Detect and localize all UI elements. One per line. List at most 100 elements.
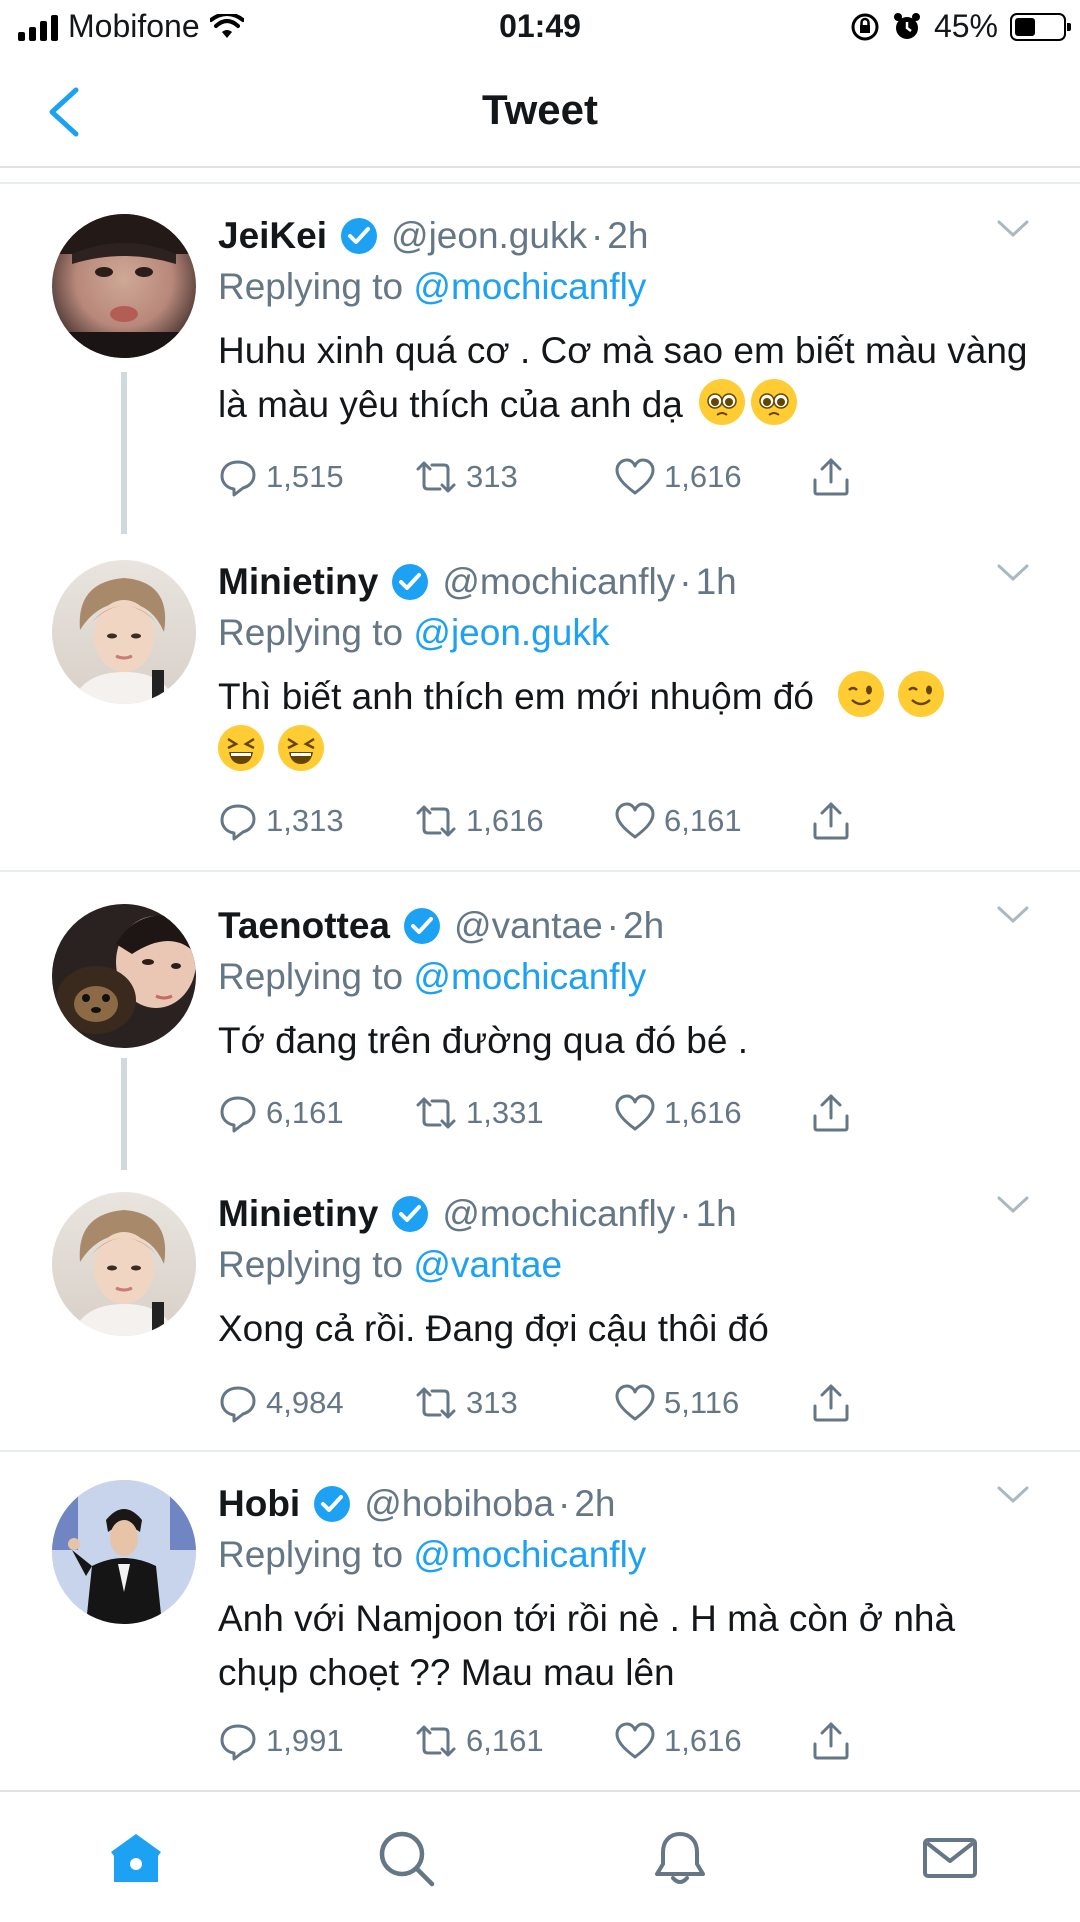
display-name[interactable]: Taenottea [218, 905, 390, 947]
timestamp: 1h [695, 1193, 737, 1234]
retweet-count: 6,161 [466, 1723, 544, 1758]
retweet-icon [416, 1097, 456, 1129]
replying-mention[interactable]: @jeon.gukk [413, 612, 609, 653]
tweet[interactable]: Minietiny @mochicanfly · 1h Replying to … [0, 532, 1080, 872]
share-icon [813, 1094, 849, 1132]
reply-button[interactable]: 1,515 [218, 457, 414, 497]
pleading-face-emoji [699, 379, 746, 425]
user-handle[interactable]: @jeon.gukk [391, 215, 587, 257]
verified-badge-icon [404, 908, 441, 944]
like-count: 1,616 [664, 459, 742, 494]
display-name[interactable]: Minietiny [218, 1193, 378, 1235]
chevron-down-icon[interactable] [996, 1194, 1030, 1216]
user-handle[interactable]: @hobihoba [364, 1483, 554, 1525]
like-button[interactable]: 1,616 [614, 457, 810, 497]
like-count: 1,616 [664, 1095, 742, 1130]
tweet-text: Anh với Namjoon tới rồi nè . H mà còn ở … [218, 1598, 956, 1693]
separator-dot: · [590, 215, 604, 256]
replying-label: Replying to [218, 1244, 404, 1285]
replying-to: Replying to @jeon.gukk [218, 612, 1028, 664]
user-handle[interactable]: @mochicanfly [442, 1193, 675, 1235]
battery-icon [1010, 12, 1071, 41]
share-button[interactable] [810, 800, 852, 842]
tweet-header: Hobi @hobihoba · 2h [218, 1478, 1028, 1530]
heart-icon [615, 1722, 655, 1759]
retweet-button[interactable]: 313 [414, 1383, 614, 1423]
display-name[interactable]: JeiKei [218, 215, 327, 257]
replying-mention[interactable]: @vantae [413, 1244, 562, 1285]
share-button[interactable] [810, 1382, 852, 1424]
display-name[interactable]: Minietiny [218, 561, 378, 603]
reply-button[interactable]: 6,161 [218, 1093, 414, 1133]
messages-envelope-icon[interactable] [920, 1828, 980, 1888]
status-bar: Mobifone 01:49 45% [0, 0, 1080, 56]
retweet-button[interactable]: 1,616 [414, 801, 614, 841]
like-count: 5,116 [664, 1385, 740, 1420]
grinning-squinting-face-emoji [278, 725, 324, 771]
heart-icon [615, 458, 655, 495]
share-button[interactable] [810, 1092, 852, 1134]
avatar[interactable] [52, 1480, 196, 1624]
user-handle[interactable]: @vantae [454, 905, 603, 947]
reply-count: 1,313 [266, 803, 344, 838]
reply-button[interactable]: 1,991 [218, 1721, 414, 1761]
retweet-button[interactable]: 313 [414, 457, 614, 497]
share-button[interactable] [810, 1720, 852, 1762]
like-button[interactable]: 6,161 [614, 801, 810, 841]
like-button[interactable]: 1,616 [614, 1721, 810, 1761]
chevron-down-icon[interactable] [996, 562, 1030, 584]
replying-mention[interactable]: @mochicanfly [413, 266, 646, 307]
avatar[interactable] [52, 214, 196, 358]
home-icon[interactable] [106, 1828, 166, 1888]
verified-badge-icon [341, 218, 378, 254]
heart-icon [615, 802, 655, 839]
timestamp: 2h [623, 905, 665, 946]
retweet-button[interactable]: 1,331 [414, 1093, 614, 1133]
reply-button[interactable]: 1,313 [218, 801, 414, 841]
like-count: 6,161 [664, 803, 742, 838]
tweet-header: JeiKei @jeon.gukk · 2h [218, 210, 1028, 262]
bottom-tab-bar [0, 1790, 1080, 1922]
tweet-content: Minietiny @mochicanfly · 1h Replying to … [218, 556, 1028, 778]
tweet[interactable]: Hobi @hobihoba · 2h Replying to @mochica… [0, 1454, 1080, 1788]
chevron-down-icon[interactable] [996, 218, 1030, 240]
separator-dot: · [679, 1193, 692, 1234]
share-button[interactable] [810, 456, 852, 498]
battery-percent: 45% [933, 8, 998, 44]
user-handle[interactable]: @mochicanfly [442, 561, 675, 603]
heart-icon [615, 1384, 655, 1421]
status-right: 45% [850, 8, 1071, 45]
display-name[interactable]: Hobi [218, 1483, 300, 1525]
timestamp: 1h [695, 561, 737, 602]
winking-face-emoji [898, 671, 945, 717]
avatar[interactable] [52, 904, 196, 1048]
avatar[interactable] [52, 560, 196, 704]
separator-dot: · [679, 561, 692, 602]
retweet-icon [416, 461, 456, 493]
retweet-count: 1,331 [466, 1095, 544, 1130]
search-icon[interactable] [376, 1828, 436, 1888]
reply-icon [220, 1724, 256, 1761]
tweet-header: Taenottea @vantae · 2h [218, 900, 1028, 952]
tweet[interactable]: Minietiny @mochicanfly · 1h Replying to … [0, 1164, 1080, 1454]
replying-mention[interactable]: @mochicanfly [413, 956, 646, 997]
like-button[interactable]: 5,116 [614, 1383, 810, 1423]
tweet[interactable]: Taenottea @vantae · 2h Replying to @moch… [0, 874, 1080, 1170]
notifications-bell-icon[interactable] [650, 1828, 710, 1888]
retweet-icon [416, 805, 456, 837]
nav-bar: Tweet [0, 56, 1080, 168]
pleading-face-emoji [751, 379, 798, 425]
tweet-text: Tớ đang trên đường qua đó bé . [218, 1020, 748, 1061]
reply-button[interactable]: 4,984 [218, 1383, 414, 1423]
retweet-button[interactable]: 6,161 [414, 1721, 614, 1761]
verified-badge-icon [314, 1486, 351, 1522]
replying-to: Replying to @mochicanfly [218, 956, 1028, 1008]
avatar[interactable] [52, 1192, 196, 1336]
share-icon [813, 1722, 849, 1760]
replying-to: Replying to @mochicanfly [218, 266, 1028, 318]
like-button[interactable]: 1,616 [614, 1093, 810, 1133]
tweet[interactable]: JeiKei @jeon.gukk · 2h Replying to @moch… [0, 188, 1080, 534]
replying-mention[interactable]: @mochicanfly [413, 1534, 646, 1575]
chevron-down-icon[interactable] [996, 1484, 1030, 1506]
chevron-down-icon[interactable] [996, 904, 1030, 926]
